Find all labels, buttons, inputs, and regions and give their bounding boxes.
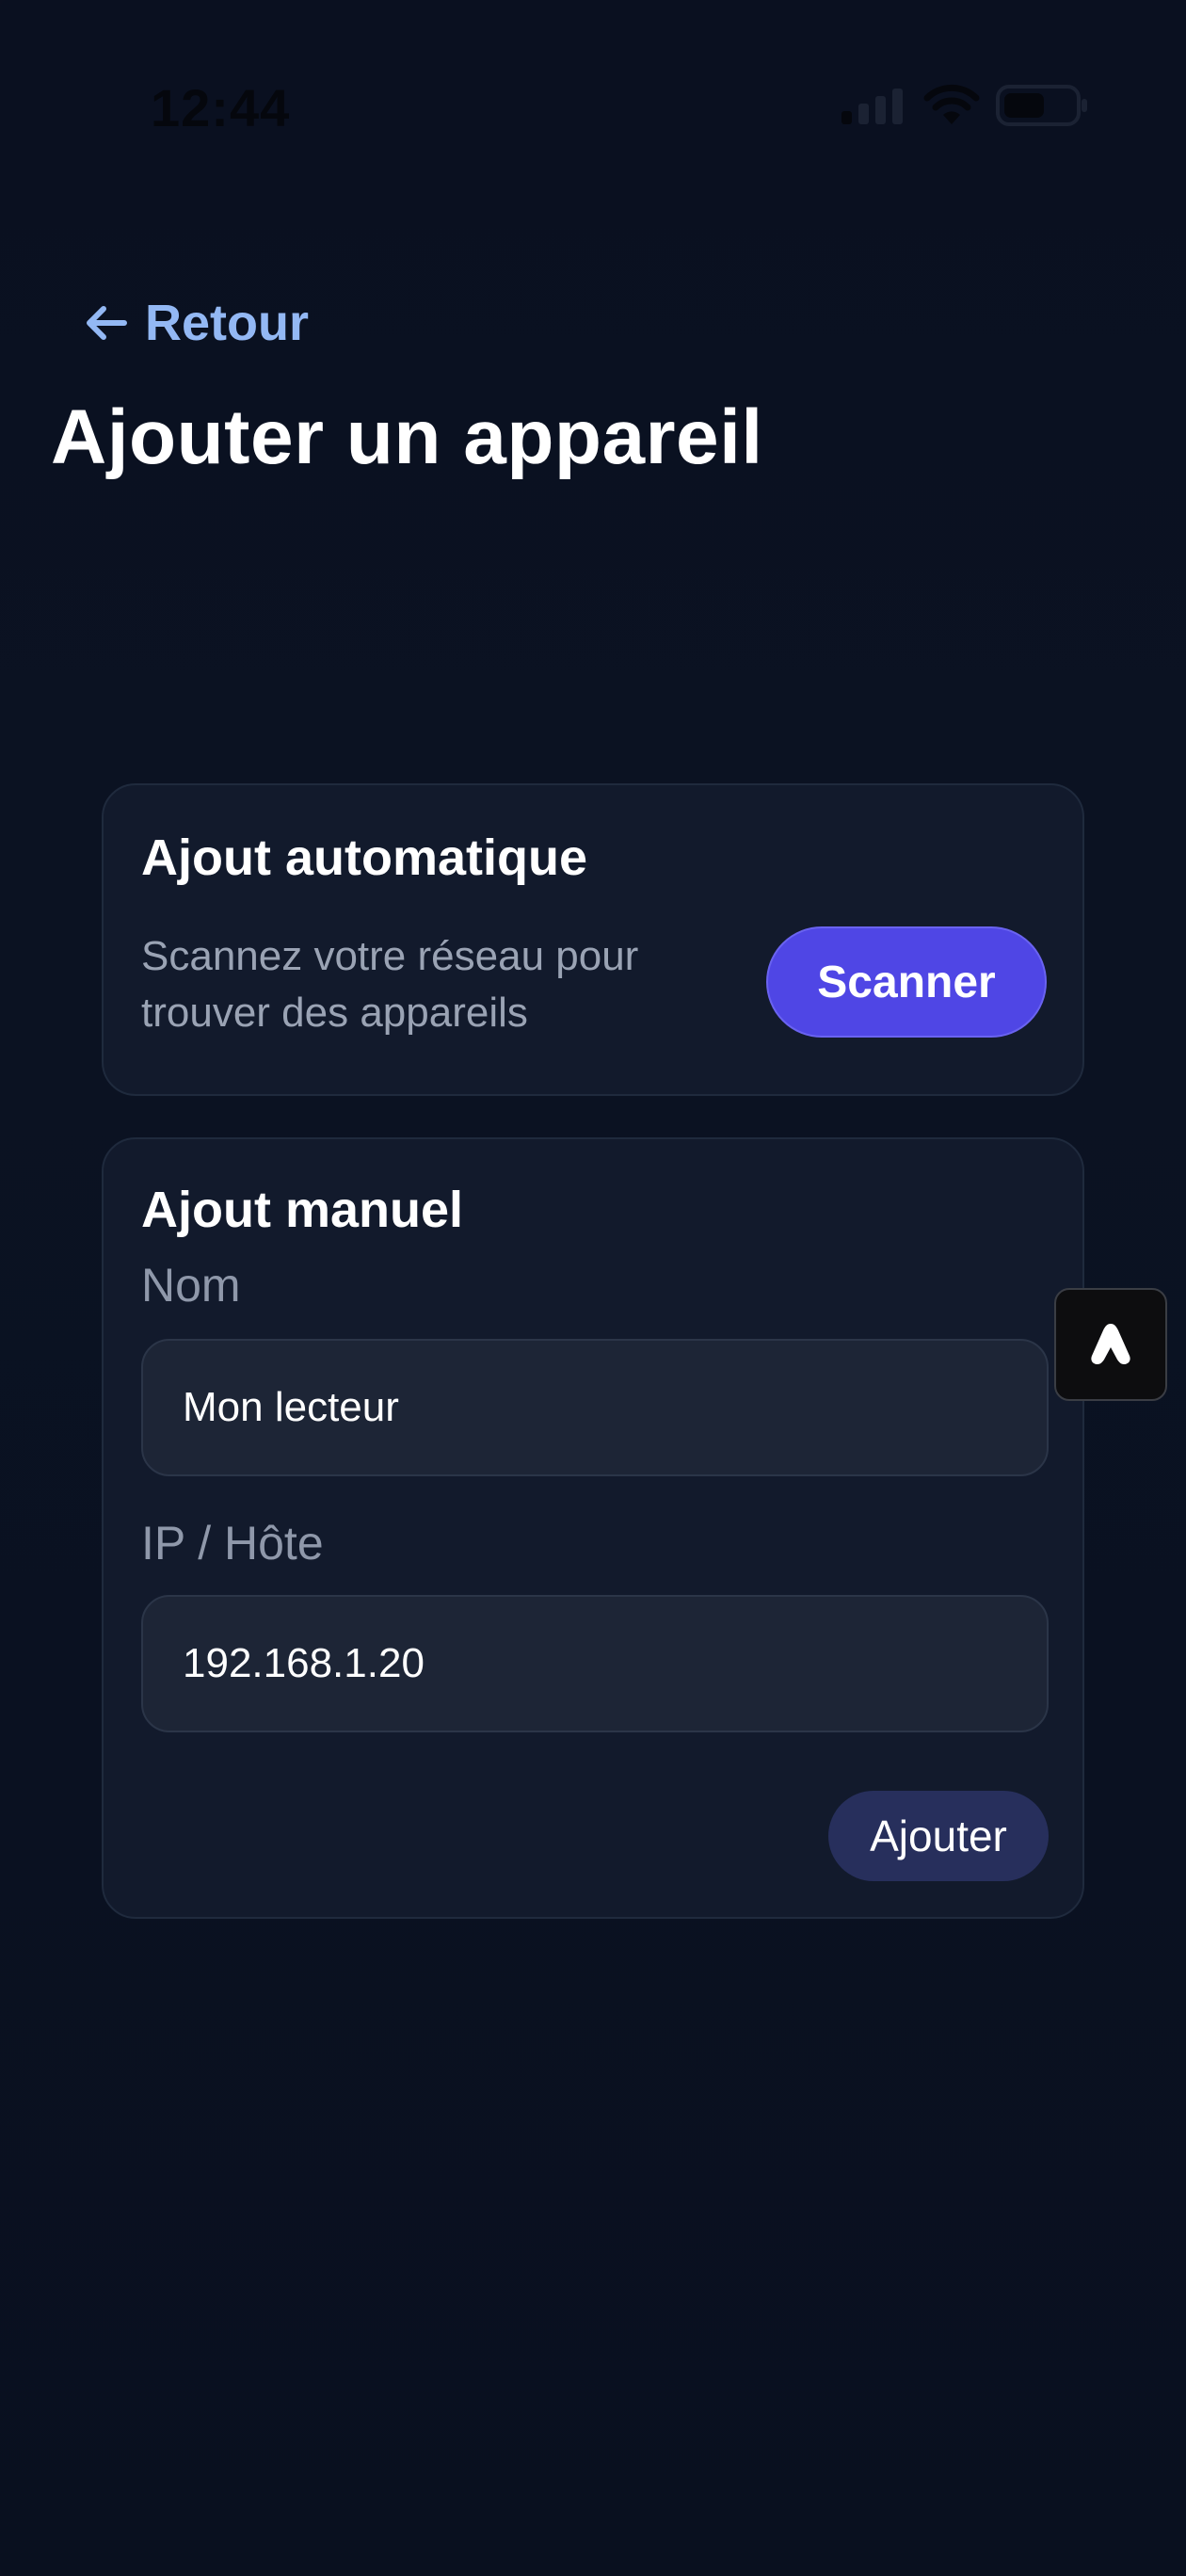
ip-field-label: IP / Hôte (141, 1517, 324, 1570)
back-button[interactable]: Retour (83, 290, 309, 356)
name-field-label: Nom (141, 1259, 241, 1312)
auto-add-title: Ajout automatique (141, 829, 587, 886)
page-title: Ajouter un appareil (51, 394, 763, 480)
cellular-signal-icon (841, 89, 903, 124)
auto-add-description: Scannez votre réseau pour trouver des ap… (141, 933, 639, 1036)
assistant-a-icon (1091, 1324, 1130, 1364)
ip-host-input[interactable] (141, 1595, 1049, 1732)
auto-add-card: Ajout automatique Scannez votre réseau p… (102, 783, 1084, 1096)
add-device-button[interactable]: Ajouter (828, 1791, 1049, 1881)
manual-add-card: Ajout manuel Nom IP / Hôte Ajouter (102, 1137, 1084, 1919)
back-label: Retour (145, 295, 309, 351)
arrow-left-icon (87, 306, 127, 340)
battery-icon (996, 85, 1087, 126)
manual-add-title: Ajout manuel (141, 1182, 464, 1238)
assistant-fab-button[interactable] (1054, 1288, 1167, 1401)
wifi-icon (923, 84, 980, 124)
name-input[interactable] (141, 1339, 1049, 1476)
status-time: 12:44 (151, 78, 291, 137)
scan-button[interactable]: Scanner (766, 926, 1047, 1038)
app-screen: 12:44 Retour Ajouter un appareil Ajout a… (0, 0, 1186, 2576)
